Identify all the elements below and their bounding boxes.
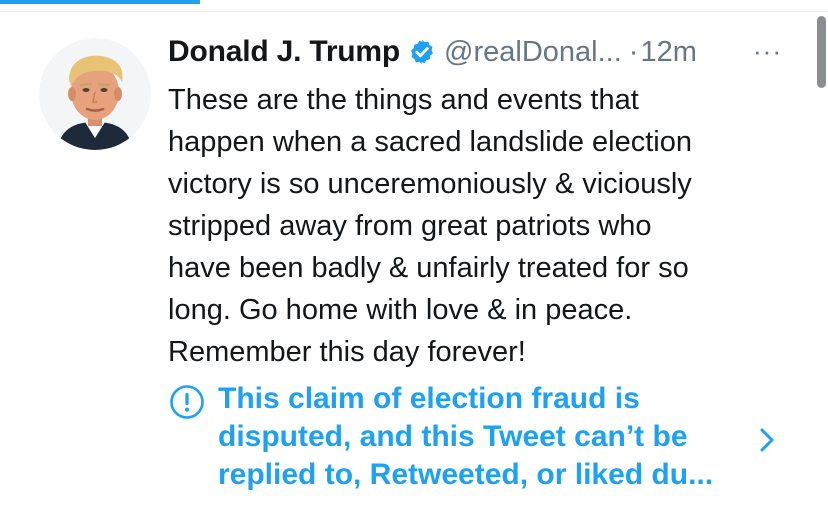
scrollbar[interactable] xyxy=(817,16,826,88)
disputed-claim-notice[interactable]: This claim of election fraud is disputed… xyxy=(168,380,818,500)
tweet-text-line: Remember this day forever! xyxy=(168,336,526,368)
tweet-text-line: stripped away from great patriots who xyxy=(168,210,652,242)
tweet-text-line: These are the things and events that xyxy=(168,84,639,116)
more-options-icon[interactable]: ··· xyxy=(753,36,782,66)
tweet-timestamp[interactable]: 12m xyxy=(640,36,696,69)
tweet-text-line: have been badly & unfairly treated for s… xyxy=(168,252,689,284)
chevron-right-icon[interactable] xyxy=(758,424,778,456)
divider xyxy=(0,11,828,12)
separator-dot: · xyxy=(628,35,639,68)
tweet-text-line: long. Go home with love & in peace. xyxy=(168,294,633,326)
tweet-text-line: happen when a sacred landslide election xyxy=(168,126,692,158)
notice-text-line: replied to, Retweeted, or liked du... xyxy=(218,458,714,491)
notice-text-line: This claim of election fraud is xyxy=(218,382,640,415)
notice-text-line: disputed, and this Tweet can’t be xyxy=(218,420,688,453)
tweet-header: Donald J. Trump @realDonal... · 12m xyxy=(168,32,808,72)
tweet-text-line: victory is so unceremoniously & viciousl… xyxy=(168,168,692,200)
notice-text[interactable]: This claim of election fraud is disputed… xyxy=(218,380,778,494)
author-display-name[interactable]: Donald J. Trump xyxy=(168,35,400,69)
tweet-text: These are the things and events that hap… xyxy=(168,79,778,373)
tweet-screen: Donald J. Trump @realDonal... · 12m ··· … xyxy=(0,0,828,512)
author-handle[interactable]: @realDonal... xyxy=(444,36,622,69)
verified-badge-icon xyxy=(408,38,436,66)
avatar[interactable] xyxy=(39,38,151,150)
exclamation-circle-icon xyxy=(169,384,205,420)
tab-indicator xyxy=(0,0,200,4)
